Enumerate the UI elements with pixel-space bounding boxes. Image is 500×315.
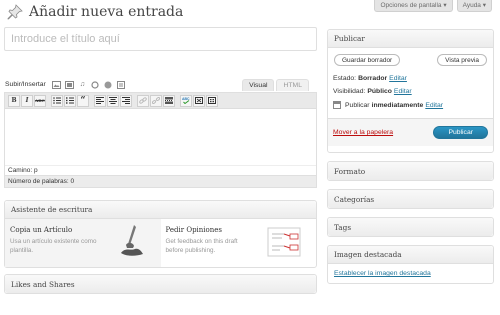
format-box-title[interactable]: Formato <box>328 162 493 180</box>
visibility-row: Visibilidad: Público Editar <box>333 88 488 95</box>
insert-link-icon[interactable] <box>137 94 149 107</box>
format-box: Formato <box>327 161 494 181</box>
add-poll-icon[interactable] <box>91 80 100 89</box>
align-left-button[interactable] <box>94 94 106 107</box>
pushpin-icon <box>7 4 23 20</box>
word-count: Número de palabras: 0 <box>5 175 316 187</box>
feedback-icon <box>267 227 301 257</box>
align-center-button[interactable] <box>107 94 119 107</box>
bullet-list-button[interactable] <box>51 94 63 107</box>
blockquote-button[interactable]: “ <box>77 94 89 107</box>
publish-box-title[interactable]: Publicar <box>328 30 493 48</box>
move-to-trash-link[interactable]: Mover a la papelera <box>333 129 393 136</box>
unlink-icon[interactable] <box>150 94 162 107</box>
categories-box-title[interactable]: Categorías <box>328 190 493 208</box>
likes-shares-box: Likes and Shares <box>4 274 317 294</box>
writing-helper-body: Copia un Artículo Usa un artículo existe… <box>5 219 316 267</box>
add-video-icon[interactable] <box>64 80 74 89</box>
featured-image-body: Establecer la imagen destacada <box>328 264 493 283</box>
publish-box-body: Guardar borrador Vista previa Estado: Bo… <box>328 48 493 152</box>
writing-helper-box: Asistente de escritura Copia un Artículo… <box>4 200 317 268</box>
schedule-label: Publicar <box>345 101 370 109</box>
preview-button[interactable]: Vista previa <box>437 54 487 66</box>
stamp-icon <box>120 225 143 256</box>
editor-toolbar: B I ABC “ ABC <box>5 93 316 109</box>
editor-mode-tabs: Visual HTML <box>242 78 309 91</box>
featured-image-box: Imagen destacada Establecer la imagen de… <box>327 245 494 284</box>
visibility-value: Público <box>367 88 392 95</box>
page-title: Añadir nueva entrada <box>29 4 184 20</box>
publish-footer: Mover a la papelera Publicar <box>328 118 493 146</box>
publish-actions-row: Guardar borrador Vista previa <box>333 54 488 66</box>
status-label: Estado: <box>333 75 357 82</box>
schedule-row: Publicar inmediatamente Editar <box>333 101 488 109</box>
upload-insert-label: Subir/Insertar <box>5 81 46 88</box>
editor-content-area[interactable] <box>5 109 316 165</box>
screen-options-button[interactable]: Opciones de pantalla ▾ <box>374 0 453 12</box>
edit-schedule-link[interactable]: Editar <box>425 102 443 109</box>
categories-box: Categorías <box>327 189 494 209</box>
add-media-icon[interactable] <box>104 81 113 89</box>
publish-box: Publicar Guardar borrador Vista previa E… <box>327 29 494 153</box>
post-title-input[interactable]: Introduce el título aquí <box>4 27 317 51</box>
post-title-placeholder: Introduce el título aquí <box>11 33 120 45</box>
align-right-button[interactable] <box>120 94 132 107</box>
status-value: Borrador <box>358 75 388 82</box>
publish-button[interactable]: Publicar <box>433 126 488 139</box>
schedule-value: inmediatamente <box>371 101 424 109</box>
copy-post-text: Copia un Artículo Usa un artículo existe… <box>10 226 100 260</box>
tags-box-title[interactable]: Tags <box>328 218 493 236</box>
insert-more-icon[interactable] <box>163 94 175 107</box>
edit-status-link[interactable]: Editar <box>389 75 407 82</box>
add-audio-icon[interactable]: ♫ <box>78 81 87 89</box>
numbered-list-button[interactable] <box>64 94 76 107</box>
spellcheck-icon[interactable]: ABC <box>180 94 192 107</box>
status-row: Estado: Borrador Editar <box>333 75 488 82</box>
fullscreen-icon[interactable] <box>193 94 205 107</box>
request-feedback-title: Pedir Opiniones <box>165 226 223 234</box>
writing-helper-title[interactable]: Asistente de escritura <box>5 201 316 219</box>
add-image-icon[interactable] <box>51 80 61 89</box>
help-button[interactable]: Ayuda ▾ <box>456 0 492 12</box>
copy-post-option[interactable]: Copia un Artículo Usa un artículo existe… <box>5 219 161 267</box>
kitchen-sink-icon[interactable] <box>206 94 218 107</box>
tags-box: Tags <box>327 217 494 237</box>
tab-visual[interactable]: Visual <box>242 78 275 91</box>
tab-html[interactable]: HTML <box>276 78 309 91</box>
calendar-icon <box>333 101 341 109</box>
copy-post-title: Copia un Artículo <box>10 226 73 234</box>
media-buttons-row: Subir/Insertar ♫ Visual HTML <box>4 78 317 91</box>
request-feedback-option[interactable]: Pedir Opiniones Get feedback on this dra… <box>161 219 317 267</box>
bold-button[interactable]: B <box>8 94 20 107</box>
post-editor: B I ABC “ ABC Camino: p Número de palabr… <box>4 92 317 188</box>
featured-image-title[interactable]: Imagen destacada <box>328 246 493 264</box>
page-header: Añadir nueva entrada <box>7 4 183 20</box>
edit-visibility-link[interactable]: Editar <box>394 88 412 95</box>
main-column: Introduce el título aquí Subir/Insertar … <box>4 27 317 294</box>
copy-post-desc: Usa un artículo existente como plantilla… <box>10 238 97 254</box>
set-featured-image-link[interactable]: Establecer la imagen destacada <box>334 270 431 277</box>
request-feedback-text: Pedir Opiniones Get feedback on this dra… <box>166 226 256 260</box>
visibility-label: Visibilidad: <box>333 88 366 95</box>
screen-tabs: Opciones de pantalla ▾ Ayuda ▾ <box>374 0 492 12</box>
request-feedback-desc: Get feedback on this draft before publis… <box>165 238 238 254</box>
likes-shares-title[interactable]: Likes and Shares <box>5 275 316 293</box>
add-form-icon[interactable] <box>117 80 126 89</box>
sidebar: Publicar Guardar borrador Vista previa E… <box>327 29 494 284</box>
editor-path: Camino: p <box>5 165 316 175</box>
italic-button[interactable]: I <box>21 94 33 107</box>
save-draft-button[interactable]: Guardar borrador <box>334 54 401 66</box>
strikethrough-button[interactable]: ABC <box>34 94 46 107</box>
